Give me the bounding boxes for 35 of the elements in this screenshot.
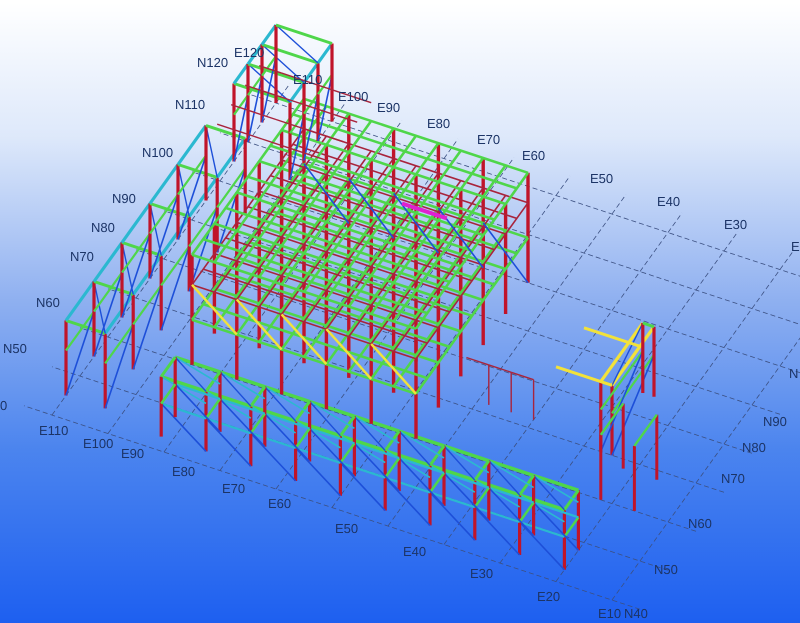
grid-label: E20 [537,590,560,603]
grid-label: E70 [477,133,500,146]
grid-label: E100 [83,437,114,450]
grid-label: N110 [175,98,206,111]
grid-label: E40 [403,545,426,558]
grid-label: E60 [268,497,292,510]
grid-label: E60 [522,149,546,162]
grid-label: E90 [121,447,144,460]
grid-label: N70 [721,472,745,485]
grid-label: E30 [470,567,494,580]
grid-label: N60 [36,296,60,309]
grid-label: E30 [724,218,748,231]
grid-label: N50 [3,342,27,355]
grid-label: N60 [688,517,712,530]
grid-label: E80 [427,117,450,130]
grid-label: N90 [112,192,136,205]
grid-label: N100 [142,146,174,159]
grid-label: N50 [654,563,678,576]
grid-label: 0 [0,399,8,412]
grid-label: N120 [197,56,228,69]
grid-label: E110 [39,424,68,437]
grid-label: E80 [172,465,196,478]
grid-label: E50 [335,522,358,535]
grid-label: E50 [590,172,614,185]
grid-label: N70 [70,250,94,263]
grid-label: N80 [91,221,115,234]
grid-label: N [789,367,798,380]
grid-label: N40 [624,607,648,620]
grid-label: E70 [222,482,246,495]
grid-label: E10 [598,607,622,620]
grid-label: N80 [742,441,766,454]
grid-label: E [791,240,800,253]
grid-label: N90 [763,415,787,428]
grid-label: E90 [377,101,400,114]
grid-label: E40 [657,195,680,208]
